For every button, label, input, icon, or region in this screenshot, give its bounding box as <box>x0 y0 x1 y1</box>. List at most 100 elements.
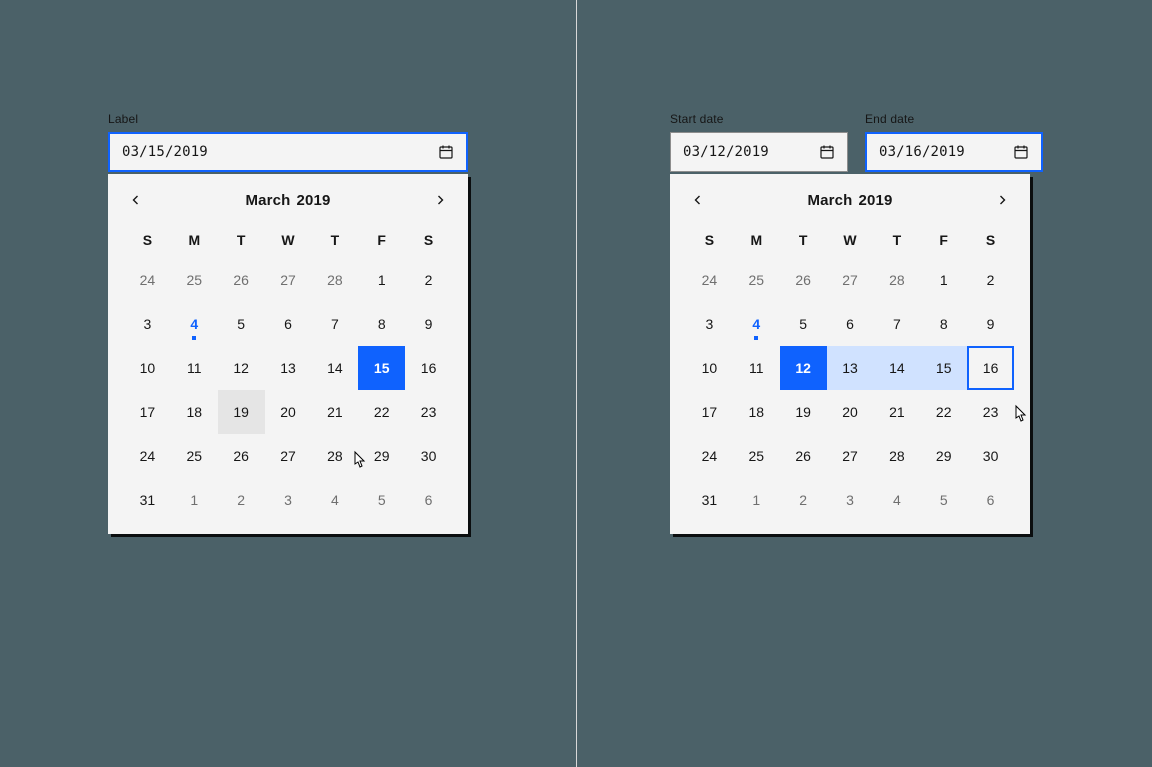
calendar-day[interactable]: 3 <box>124 302 171 346</box>
calendar-day[interactable]: 5 <box>358 478 405 522</box>
calendar-day[interactable]: 8 <box>920 302 967 346</box>
calendar-day[interactable]: 6 <box>827 302 874 346</box>
calendar-day[interactable]: 28 <box>873 434 920 478</box>
calendar-day[interactable]: 4 <box>311 478 358 522</box>
calendar-day[interactable]: 31 <box>124 478 171 522</box>
calendar-day[interactable]: 1 <box>358 258 405 302</box>
calendar-day[interactable]: 21 <box>873 390 920 434</box>
calendar-day[interactable]: 18 <box>171 390 218 434</box>
calendar-day[interactable]: 5 <box>920 478 967 522</box>
calendar-day[interactable]: 30 <box>405 434 452 478</box>
calendar-day[interactable]: 3 <box>827 478 874 522</box>
calendar-day[interactable]: 29 <box>920 434 967 478</box>
calendar-day[interactable]: 24 <box>124 434 171 478</box>
calendar-day[interactable]: 28 <box>873 258 920 302</box>
calendar-day[interactable]: 6 <box>967 478 1014 522</box>
calendar-day[interactable]: 14 <box>873 346 920 390</box>
calendar-day[interactable]: 18 <box>733 390 780 434</box>
calendar-day[interactable]: 1 <box>733 478 780 522</box>
next-month-button[interactable] <box>426 186 454 214</box>
calendar-day[interactable]: 9 <box>967 302 1014 346</box>
calendar-day[interactable]: 8 <box>358 302 405 346</box>
calendar-day[interactable]: 23 <box>967 390 1014 434</box>
date-input-value: 03/15/2019 <box>122 144 208 160</box>
calendar-day[interactable]: 2 <box>405 258 452 302</box>
calendar-day[interactable]: 27 <box>265 258 312 302</box>
calendar-day[interactable]: 31 <box>686 478 733 522</box>
day-of-week: F <box>920 222 967 258</box>
calendar-day[interactable]: 2 <box>967 258 1014 302</box>
calendar-day[interactable]: 27 <box>827 434 874 478</box>
calendar-day[interactable]: 30 <box>967 434 1014 478</box>
calendar-day[interactable]: 24 <box>686 258 733 302</box>
calendar-day[interactable]: 22 <box>358 390 405 434</box>
calendar-day[interactable]: 2 <box>780 478 827 522</box>
calendar-day[interactable]: 25 <box>733 434 780 478</box>
next-month-button[interactable] <box>988 186 1016 214</box>
input-label: Label <box>108 112 468 126</box>
calendar-day[interactable]: 26 <box>780 434 827 478</box>
calendar-day[interactable]: 2 <box>218 478 265 522</box>
calendar-day[interactable]: 12 <box>218 346 265 390</box>
calendar-day[interactable]: 13 <box>265 346 312 390</box>
day-of-week: T <box>311 222 358 258</box>
calendar-day[interactable]: 25 <box>171 258 218 302</box>
calendar-week-row: 10111213141516 <box>676 346 1024 390</box>
calendar-day[interactable]: 5 <box>780 302 827 346</box>
calendar-day[interactable]: 21 <box>311 390 358 434</box>
calendar-day[interactable]: 11 <box>171 346 218 390</box>
calendar-day[interactable]: 1 <box>920 258 967 302</box>
calendar-day[interactable]: 24 <box>686 434 733 478</box>
calendar-day[interactable]: 20 <box>827 390 874 434</box>
calendar-day[interactable]: 5 <box>218 302 265 346</box>
calendar-day[interactable]: 6 <box>265 302 312 346</box>
calendar-day[interactable]: 25 <box>733 258 780 302</box>
calendar-day[interactable]: 15 <box>358 346 405 390</box>
day-of-week: W <box>265 222 312 258</box>
calendar-day[interactable]: 3 <box>686 302 733 346</box>
calendar-day[interactable]: 16 <box>405 346 452 390</box>
calendar-day[interactable]: 29 <box>358 434 405 478</box>
single-date-picker-panel: Label 03/15/2019 March2019 SM <box>0 0 576 767</box>
calendar-day[interactable]: 4 <box>873 478 920 522</box>
calendar-day[interactable]: 27 <box>827 258 874 302</box>
calendar-day[interactable]: 14 <box>311 346 358 390</box>
calendar-day[interactable]: 4 <box>171 302 218 346</box>
calendar-day[interactable]: 10 <box>124 346 171 390</box>
calendar-day[interactable]: 9 <box>405 302 452 346</box>
calendar-day[interactable]: 26 <box>780 258 827 302</box>
calendar-day[interactable]: 28 <box>311 434 358 478</box>
calendar-day[interactable]: 17 <box>124 390 171 434</box>
calendar-day[interactable]: 3 <box>265 478 312 522</box>
calendar-day[interactable]: 6 <box>405 478 452 522</box>
prev-month-button[interactable] <box>122 186 150 214</box>
calendar-day[interactable]: 7 <box>873 302 920 346</box>
calendar-day[interactable]: 16 <box>967 346 1014 390</box>
calendar-day[interactable]: 25 <box>171 434 218 478</box>
calendar-day[interactable]: 19 <box>780 390 827 434</box>
calendar-day[interactable]: 7 <box>311 302 358 346</box>
calendar-day[interactable]: 4 <box>733 302 780 346</box>
calendar-day[interactable]: 19 <box>218 390 265 434</box>
date-input[interactable]: 03/15/2019 <box>108 132 468 172</box>
prev-month-button[interactable] <box>684 186 712 214</box>
calendar-day[interactable]: 10 <box>686 346 733 390</box>
calendar-day[interactable]: 15 <box>920 346 967 390</box>
calendar-day[interactable]: 28 <box>311 258 358 302</box>
calendar-day[interactable]: 24 <box>124 258 171 302</box>
calendar-day[interactable]: 13 <box>827 346 874 390</box>
calendar-day[interactable]: 26 <box>218 434 265 478</box>
calendar-day[interactable]: 1 <box>171 478 218 522</box>
start-date-input[interactable]: 03/12/2019 <box>670 132 848 172</box>
calendar-day[interactable]: 27 <box>265 434 312 478</box>
calendar-day[interactable]: 17 <box>686 390 733 434</box>
calendar-day[interactable]: 12 <box>780 346 827 390</box>
calendar-day[interactable]: 23 <box>405 390 452 434</box>
panel-divider <box>576 0 577 767</box>
calendar-day[interactable]: 20 <box>265 390 312 434</box>
calendar-day[interactable]: 11 <box>733 346 780 390</box>
calendar-day[interactable]: 26 <box>218 258 265 302</box>
end-date-input[interactable]: 03/16/2019 <box>865 132 1043 172</box>
calendar-day[interactable]: 22 <box>920 390 967 434</box>
calendar-week-row: 31123456 <box>676 478 1024 522</box>
